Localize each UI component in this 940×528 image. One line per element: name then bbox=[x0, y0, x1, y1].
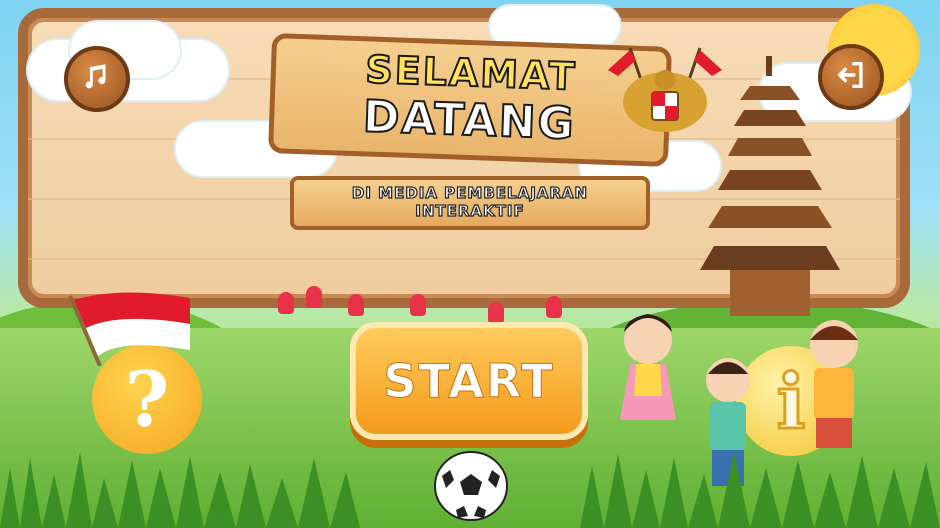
start-button[interactable]: START bbox=[350, 322, 588, 440]
indonesia-flag bbox=[68, 292, 190, 366]
tulip bbox=[278, 292, 294, 314]
tulip bbox=[306, 286, 322, 308]
tulip bbox=[488, 302, 504, 324]
tulip bbox=[348, 294, 364, 316]
foreground-grass-right bbox=[580, 452, 940, 528]
soccer-ball bbox=[434, 451, 508, 521]
foreground-grass-left bbox=[0, 452, 360, 528]
music-note-icon bbox=[80, 60, 114, 98]
tulip bbox=[546, 296, 562, 318]
question-mark-icon: ? bbox=[124, 354, 170, 444]
subtitle-ribbon: DI MEDIA PEMBELAJARAN INTERAKTIF bbox=[270, 162, 670, 254]
start-button-label: START bbox=[383, 354, 555, 409]
subtitle-line-2: INTERAKTIF bbox=[415, 201, 525, 220]
pagoda-temple bbox=[700, 56, 840, 316]
tulip bbox=[410, 294, 426, 316]
music-button[interactable] bbox=[64, 46, 130, 112]
subtitle-line-1: DI MEDIA PEMBELAJARAN bbox=[351, 183, 589, 202]
game-start-screen: SELAMAT DATANG DI MEDIA PEMBELAJARAN INT… bbox=[0, 0, 940, 528]
